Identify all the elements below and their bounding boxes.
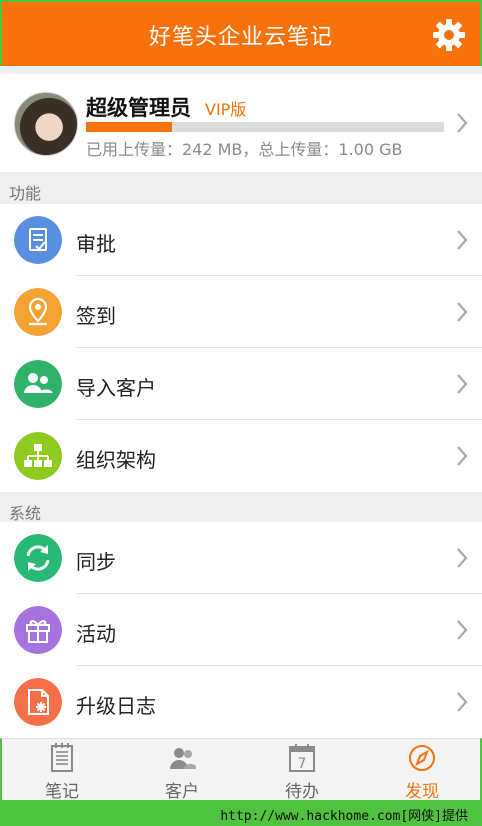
menu-item-label: 审批 [76,232,116,256]
menu-item-import-customers[interactable]: 导入客户 [0,348,482,420]
chevron-right-icon [457,620,468,640]
tab-label: 发现 [405,782,439,802]
menu-item-label: 活动 [76,622,116,646]
menu-item-label: 升级日志 [76,694,156,718]
app-header: 好笔头企业云笔记 [0,0,482,66]
app-title: 好笔头企业云笔记 [148,25,333,50]
tab-label: 笔记 [45,782,79,802]
menu-item-org-structure[interactable]: 组织架构 [0,420,482,492]
section-header-system: 系统 [0,492,482,524]
storage-usage-bar [86,122,444,132]
location-pin-icon [14,288,62,336]
bottom-tab-bar: 笔记 客户 7 待办 发现 [0,738,482,802]
upgrade-log-icon [14,678,62,726]
section-header-features: 功能 [0,172,482,204]
chevron-right-icon [457,374,468,394]
chevron-right-icon [457,548,468,568]
profile-card[interactable]: 超级管理员 VIP版 已用上传量：242 MB，总上传量：1.00 GB [0,74,482,172]
menu-item-upgrade-log[interactable]: 升级日志 [0,666,482,738]
notebook-icon [51,743,73,772]
tab-discover[interactable]: 发现 [362,739,482,802]
chevron-right-icon [457,692,468,712]
chevron-right-icon [457,113,468,133]
tab-customers[interactable]: 客户 [122,739,242,802]
tab-label: 客户 [165,782,199,802]
contacts-icon [14,360,62,408]
user-name: 超级管理员 [86,96,191,120]
gift-icon [14,606,62,654]
chevron-right-icon [457,302,468,322]
svg-text:7: 7 [298,756,307,772]
menu-item-label: 导入客户 [76,376,156,400]
calendar-icon: 7 [289,744,315,772]
sync-icon [14,534,62,582]
menu-item-label: 签到 [76,304,116,328]
customers-icon [170,748,196,769]
menu-item-sync[interactable]: 同步 [0,522,482,594]
avatar [14,92,78,156]
watermark-text: http://www.hackhome.com[网侠]提供 [0,800,482,826]
menu-item-label: 组织架构 [76,448,156,472]
compass-icon [409,745,435,771]
chevron-right-icon [457,230,468,250]
menu-item-approval[interactable]: 审批 [0,204,482,276]
menu-item-checkin[interactable]: 签到 [0,276,482,348]
approval-doc-icon [14,216,62,264]
tab-todo[interactable]: 7 待办 [242,739,362,802]
menu-item-label: 同步 [76,550,116,574]
gear-icon[interactable] [432,18,466,52]
tab-notes[interactable]: 笔记 [2,739,122,802]
chevron-right-icon [457,446,468,466]
menu-item-activity[interactable]: 活动 [0,594,482,666]
vip-badge: VIP版 [205,100,247,119]
org-chart-icon [14,432,62,480]
storage-usage-text: 已用上传量：242 MB，总上传量：1.00 GB [86,140,403,159]
storage-usage-fill [86,122,172,132]
tab-label: 待办 [285,782,319,802]
